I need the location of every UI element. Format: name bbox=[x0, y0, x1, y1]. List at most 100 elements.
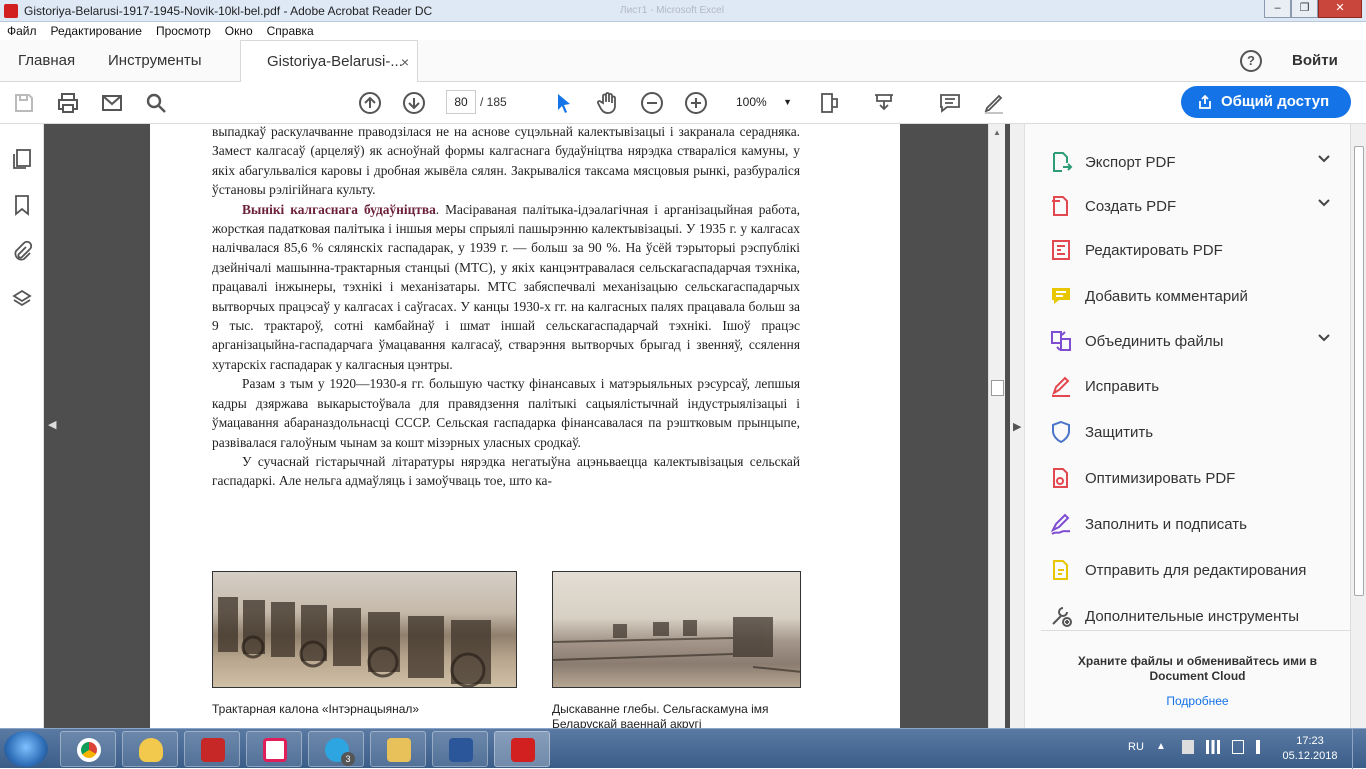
scroll-up-arrow-icon[interactable]: ▲ bbox=[993, 128, 1001, 137]
menu-help[interactable]: Справка bbox=[260, 24, 321, 38]
scrollbar-thumb[interactable] bbox=[991, 380, 1004, 396]
search-icon[interactable] bbox=[144, 91, 168, 115]
taskbar-acrobat[interactable] bbox=[494, 731, 550, 767]
zoom-out-icon[interactable] bbox=[640, 91, 664, 115]
expand-right-arrow-icon: ▶ bbox=[1013, 421, 1022, 433]
language-indicator[interactable]: RU bbox=[1128, 741, 1144, 753]
word-icon bbox=[449, 738, 473, 762]
tool-label: Экспорт PDF bbox=[1085, 153, 1176, 171]
menu-edit[interactable]: Редактирование bbox=[44, 24, 149, 38]
tool-label: Объединить файлы bbox=[1085, 332, 1224, 350]
chevron-down-icon[interactable] bbox=[1317, 152, 1331, 166]
zoom-level-select[interactable]: 100% ▼ bbox=[730, 90, 796, 114]
system-clock[interactable]: 17:23 05.12.2018 bbox=[1282, 734, 1338, 764]
folder-icon bbox=[387, 738, 411, 762]
taskbar-slack[interactable] bbox=[246, 731, 302, 767]
tab-tools[interactable]: Инструменты bbox=[108, 40, 202, 82]
volume-icon[interactable] bbox=[1256, 740, 1270, 754]
signal-icon[interactable] bbox=[1206, 740, 1220, 754]
background-window-title: Лист1 - Microsoft Excel bbox=[620, 5, 724, 16]
tool-add-comment[interactable]: Добавить комментарий bbox=[1049, 278, 1329, 314]
tool-more-tools[interactable]: Дополнительные инструменты bbox=[1049, 598, 1329, 634]
comment-tool-icon[interactable] bbox=[938, 91, 962, 115]
attachments-icon[interactable] bbox=[11, 240, 33, 262]
collapse-left-arrow-icon[interactable]: ◀ bbox=[48, 418, 56, 431]
tool-combine-files[interactable]: Объединить файлы bbox=[1049, 323, 1331, 359]
highlight-pen-icon[interactable] bbox=[982, 91, 1006, 115]
title-bar: Gistoriya-Belarusi-1917-1945-Novik-10kl-… bbox=[0, 0, 1366, 22]
paragraph-body: . Масіраваная палітыка-ідэалагічная і ар… bbox=[212, 201, 800, 372]
scrollbar-thumb[interactable] bbox=[1354, 146, 1364, 596]
combine-files-icon bbox=[1051, 331, 1071, 351]
chevron-down-icon[interactable] bbox=[1317, 196, 1331, 210]
share-button[interactable]: Общий доступ bbox=[1181, 86, 1351, 118]
hand-tool-icon[interactable] bbox=[596, 91, 620, 115]
tool-create-pdf[interactable]: Создать PDF bbox=[1049, 188, 1331, 224]
next-page-icon[interactable] bbox=[402, 91, 426, 115]
tractor-column-photo bbox=[212, 571, 517, 688]
paragraph: Разам з тым у 1920—1930-я гг. большую ча… bbox=[212, 376, 800, 450]
tool-fix[interactable]: Исправить bbox=[1049, 368, 1329, 404]
network-icon[interactable] bbox=[1182, 740, 1194, 754]
tool-label: Исправить bbox=[1085, 377, 1160, 395]
start-button-icon[interactable] bbox=[4, 731, 48, 767]
send-review-icon bbox=[1053, 560, 1068, 580]
taskbar-idea[interactable] bbox=[122, 731, 178, 767]
maximize-button[interactable]: ❐ bbox=[1291, 0, 1318, 18]
learn-more-link[interactable]: Подробнее bbox=[1055, 694, 1340, 708]
scroll-mode-icon[interactable] bbox=[872, 91, 896, 115]
tool-edit-pdf[interactable]: Редактировать PDF bbox=[1049, 232, 1329, 268]
tool-export-pdf[interactable]: Экспорт PDF bbox=[1049, 144, 1331, 180]
tool-fill-sign[interactable]: Заполнить и подписать bbox=[1049, 506, 1329, 542]
battery-icon[interactable] bbox=[1232, 740, 1244, 754]
section-heading: Вынікі калгаснага будаўніцтва bbox=[242, 201, 436, 217]
photo-caption-2: Дыскаванне глебы. Сельгаскамуна імя Бела… bbox=[552, 702, 769, 728]
sign-in-button[interactable]: Войти bbox=[1292, 52, 1338, 69]
optimize-pdf-icon bbox=[1053, 468, 1068, 488]
document-scrollbar[interactable]: ▲ bbox=[988, 124, 1005, 728]
email-icon[interactable] bbox=[100, 91, 124, 115]
taskbar-chrome[interactable] bbox=[60, 731, 116, 767]
page-fit-icon[interactable] bbox=[818, 91, 842, 115]
previous-page-icon[interactable] bbox=[358, 91, 382, 115]
tools-pane-scrollbar[interactable] bbox=[1350, 124, 1366, 728]
taskbar-telegram[interactable]: 3 bbox=[308, 731, 364, 767]
page-number-input[interactable]: 80 bbox=[446, 90, 476, 114]
chevron-down-icon[interactable] bbox=[1317, 331, 1331, 345]
tab-home[interactable]: Главная bbox=[18, 40, 75, 82]
show-desktop-button[interactable] bbox=[1352, 729, 1366, 769]
help-icon[interactable]: ? bbox=[1240, 50, 1262, 72]
paragraph: Вынікі калгаснага будаўніцтва. Масіраван… bbox=[212, 200, 800, 375]
menu-file[interactable]: Файл bbox=[0, 24, 44, 38]
taskbar-app-red[interactable] bbox=[184, 731, 240, 767]
page-thumbnails-icon[interactable] bbox=[11, 148, 33, 170]
menu-view[interactable]: Просмотр bbox=[149, 24, 218, 38]
zoom-level-value: 100% bbox=[736, 95, 767, 109]
show-hidden-icons-icon[interactable]: ▲ bbox=[1156, 741, 1166, 752]
taskbar-word[interactable] bbox=[432, 731, 488, 767]
select-cursor-icon[interactable] bbox=[552, 91, 576, 115]
tool-label: Отправить для редактирования bbox=[1085, 561, 1307, 579]
tool-protect[interactable]: Защитить bbox=[1049, 414, 1329, 450]
tab-document-label: Gistoriya-Belarusi-... bbox=[267, 53, 403, 70]
page-text: выпадкаў раскулачванне праводзілася не н… bbox=[212, 124, 800, 491]
share-label: Общий доступ bbox=[1221, 93, 1330, 110]
taskbar-explorer[interactable] bbox=[370, 731, 426, 767]
layers-icon[interactable] bbox=[11, 288, 33, 310]
chevron-down-icon: ▼ bbox=[783, 97, 792, 107]
zoom-in-icon[interactable] bbox=[684, 91, 708, 115]
tool-optimize-pdf[interactable]: Оптимизировать PDF bbox=[1049, 460, 1329, 496]
fill-sign-pen-icon bbox=[1052, 376, 1070, 397]
menu-window[interactable]: Окно bbox=[218, 24, 260, 38]
tool-send-for-review[interactable]: Отправить для редактирования bbox=[1049, 552, 1329, 588]
right-pane-toggle[interactable]: ▶ bbox=[1010, 124, 1024, 728]
minimize-button[interactable]: – bbox=[1264, 0, 1291, 18]
tab-close-icon[interactable]: × bbox=[401, 41, 409, 83]
bookmarks-icon[interactable] bbox=[11, 194, 33, 216]
print-icon[interactable] bbox=[56, 91, 80, 115]
close-button[interactable]: ✕ bbox=[1318, 0, 1362, 18]
main-toolbar bbox=[0, 82, 1366, 124]
tool-label: Создать PDF bbox=[1085, 197, 1177, 215]
save-icon[interactable] bbox=[12, 91, 36, 115]
tab-document[interactable]: Gistoriya-Belarusi-... × bbox=[240, 40, 418, 83]
